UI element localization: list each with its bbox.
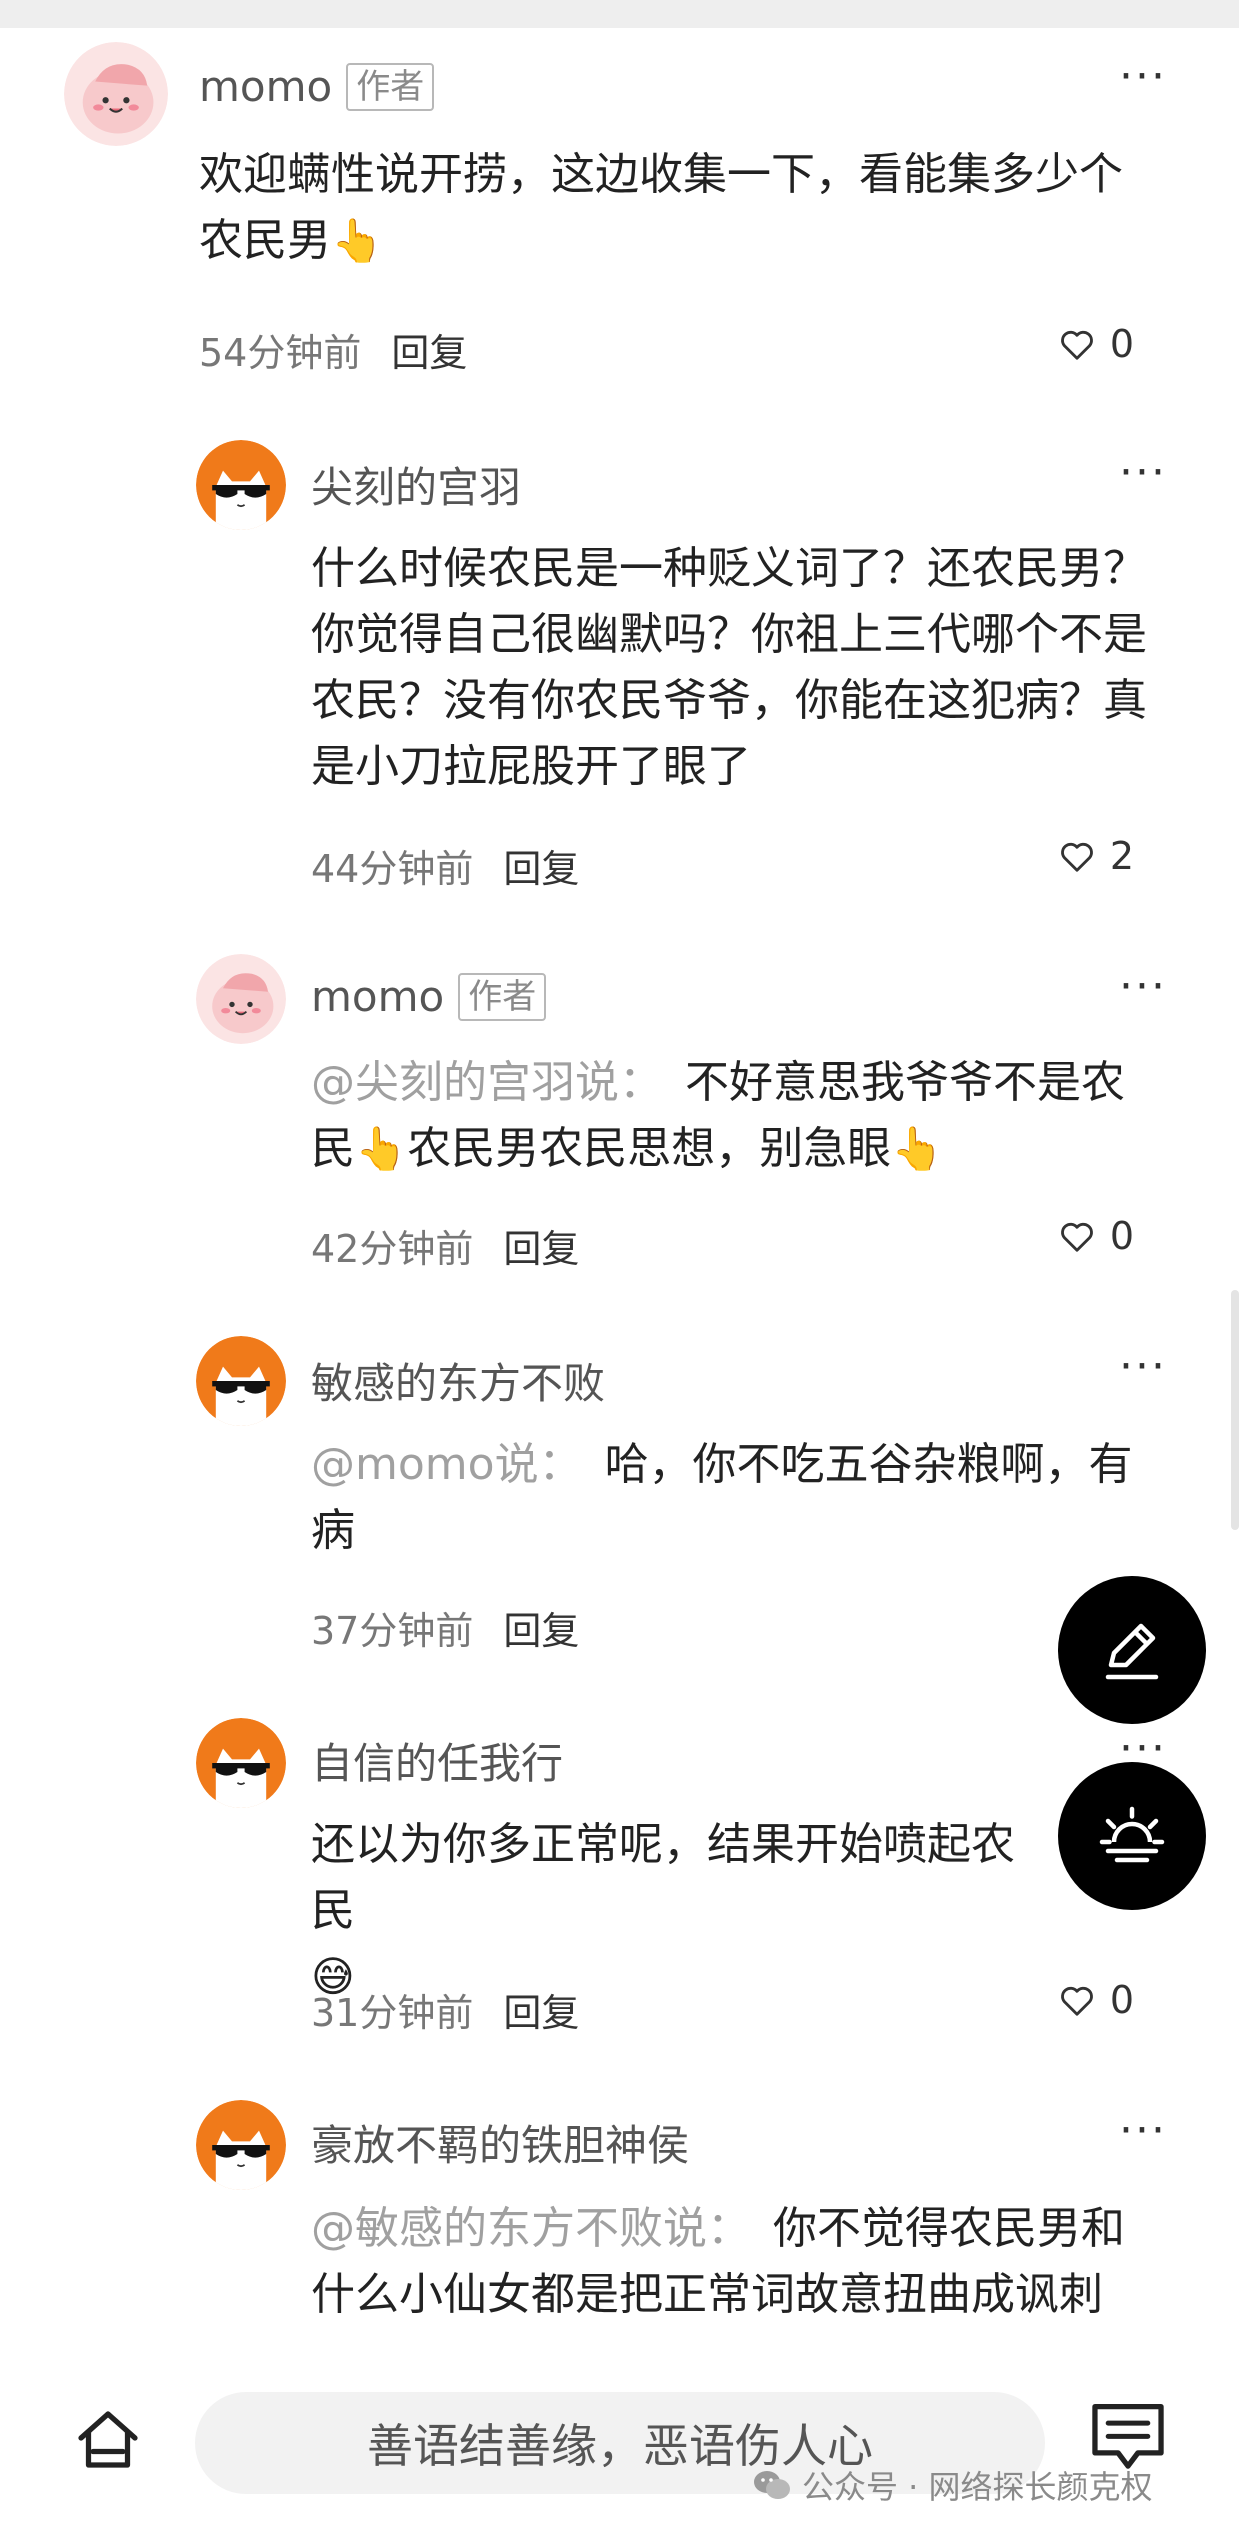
comment-text-continued: 农民男农民思想，别急眼 [407, 1123, 892, 1174]
author-badge: 作者 [458, 972, 547, 1021]
more-options-icon[interactable]: ··· [1119, 965, 1167, 1009]
heart-icon [1060, 842, 1093, 872]
more-options-icon[interactable]: ··· [1119, 55, 1167, 99]
scrollbar[interactable] [1231, 1290, 1239, 1530]
like-count: 2 [1109, 834, 1134, 878]
like-button[interactable]: 0 [1058, 322, 1134, 366]
avatar[interactable] [196, 2100, 286, 2190]
more-options-icon[interactable]: ··· [1119, 451, 1167, 495]
avatar[interactable] [196, 1718, 286, 1808]
comment-author-name[interactable]: 尖刻的宫羽 [311, 454, 521, 515]
mention-text[interactable]: @敏感的东方不败说： [311, 2203, 751, 2254]
comment-text: 还以为你多正常呢，结果开始喷起农民 [311, 1819, 1015, 1936]
author-badge: 作者 [346, 62, 435, 111]
wechat-icon [754, 2471, 790, 2499]
cat-sunglasses-avatar-icon [196, 1336, 286, 1426]
reply-button[interactable]: 回复 [503, 1982, 579, 2037]
comment-time: 54分钟前 [199, 331, 362, 375]
cat-sunglasses-avatar-icon [196, 2100, 286, 2190]
heart-icon [1060, 1986, 1093, 2016]
watermark-text: 公众号 · 网络探长颜克权 [802, 2468, 1153, 2506]
sun-moon-icon [1099, 1806, 1165, 1863]
pointing-up-emoji: 👆 [331, 216, 384, 265]
momo-avatar-icon [196, 954, 286, 1044]
avatar[interactable] [196, 1336, 286, 1426]
cat-sunglasses-avatar-icon [196, 1718, 286, 1808]
comment-author-name[interactable]: 自信的任我行 [311, 1730, 563, 1791]
watermark: 公众号 · 网络探长颜克权 [752, 2462, 1153, 2508]
reply-button[interactable]: 回复 [503, 838, 579, 893]
heart-icon [1060, 1222, 1093, 1252]
avatar[interactable] [64, 42, 168, 146]
reply-button[interactable]: 回复 [503, 1218, 579, 1273]
comment-author-name[interactable]: 豪放不羁的铁胆神侯 [311, 2112, 689, 2173]
write-comment-fab[interactable] [1058, 1576, 1206, 1724]
pointing-up-emoji: 👆 [355, 1124, 408, 1173]
like-button[interactable]: 2 [1058, 834, 1134, 878]
more-options-icon[interactable]: ··· [1119, 1345, 1167, 1389]
momo-avatar-icon [64, 42, 168, 146]
mention-text[interactable]: @尖刻的宫羽说： [311, 1057, 663, 1108]
pointing-up-emoji: 👆 [891, 1124, 944, 1173]
like-button[interactable]: 0 [1058, 1978, 1134, 2022]
like-count: 0 [1109, 322, 1134, 366]
more-options-icon[interactable]: ··· [1119, 2109, 1167, 2153]
pencil-icon [1105, 1623, 1159, 1680]
avatar[interactable] [196, 440, 286, 530]
like-button[interactable]: 0 [1058, 1214, 1134, 1258]
comment-time: 31分钟前 [311, 1991, 474, 2035]
mention-text[interactable]: @momo说： [311, 1439, 583, 1490]
comment-time: 37分钟前 [311, 1609, 474, 1653]
home-button[interactable] [72, 2402, 144, 2474]
comment-text: 什么时候农民是一种贬义词了？还农民男？你觉得自己很幽默吗？你祖上三代哪个不是农民… [311, 543, 1147, 792]
like-count: 0 [1109, 1978, 1134, 2022]
bottom-bar: 善语结善缘，恶语伤人心 公众号 · 网络探长颜克权 [0, 2330, 1239, 2541]
avatar[interactable] [196, 954, 286, 1044]
comment-author-name[interactable]: momo [311, 972, 444, 1021]
theme-toggle-fab[interactable] [1058, 1762, 1206, 1910]
more-options-icon[interactable]: ··· [1119, 1727, 1167, 1771]
reply-button[interactable]: 回复 [503, 1600, 579, 1655]
cat-sunglasses-avatar-icon [196, 440, 286, 530]
home-icon [78, 2411, 138, 2468]
comment-author-name[interactable]: momo [199, 62, 332, 111]
comment-time: 44分钟前 [311, 847, 474, 891]
comment-author-name[interactable]: 敏感的东方不败 [311, 1350, 605, 1411]
like-count: 0 [1109, 1214, 1134, 1258]
top-status-strip [0, 0, 1239, 28]
reply-button[interactable]: 回复 [391, 322, 467, 377]
heart-icon [1060, 330, 1093, 360]
comment-time: 42分钟前 [311, 1227, 474, 1271]
